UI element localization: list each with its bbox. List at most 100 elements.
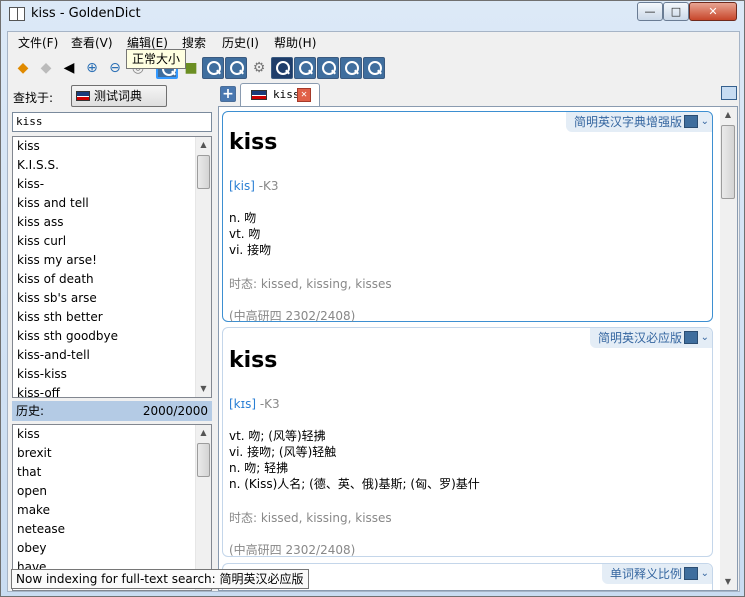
speaker-icon[interactable]: ◀ <box>58 57 80 79</box>
history-list-item[interactable]: kiss <box>13 425 211 444</box>
maximize-button[interactable]: □ <box>663 2 689 21</box>
article-view[interactable]: 简明英汉字典增强版 ⌄ kiss [kis] -K3 n. 吻 vt. 吻 vi.… <box>218 106 738 591</box>
history-list-item[interactable]: that <box>13 463 211 482</box>
history-list-item[interactable]: obey <box>13 539 211 558</box>
dict-name: 简明英汉字典增强版 <box>573 115 682 129</box>
menu-history[interactable]: 历史(I) <box>220 34 261 51</box>
word-list-item[interactable]: kiss of death <box>13 270 211 289</box>
dictionary-icon[interactable] <box>271 57 293 79</box>
left-pane: 查找于: 测试词典 kiss kiss K.I.S.S. kiss-kiss and… <box>11 84 214 591</box>
frequency: (中高研四 2302/2408) <box>229 543 356 557</box>
word-list[interactable]: kiss K.I.S.S. kiss-kiss and tell kiss ass ki… <box>12 136 212 398</box>
toolbar: ◆ ◆ ◀ ⊕ ⊖ ◎ ■ ⚙ <box>8 54 739 82</box>
history-list[interactable]: kiss brexit that open make netease obey have ▲ … <box>12 424 212 591</box>
scroll-up-icon[interactable]: ▲ <box>196 137 211 153</box>
flag-icon <box>76 91 90 101</box>
word-list-item[interactable]: kiss my arse! <box>13 251 211 270</box>
word-list-item[interactable]: kiss-and-tell <box>13 346 211 365</box>
word-list-scrollbar[interactable]: ▲ ▼ <box>195 137 211 397</box>
scroll-thumb[interactable] <box>197 443 210 477</box>
headword: kiss <box>229 348 278 373</box>
scroll-up-icon[interactable]: ▲ <box>720 107 736 123</box>
dictionary-icon <box>684 331 698 344</box>
dict-name-label[interactable]: 单词释义比例 ⌄ <box>601 564 712 584</box>
menu-view[interactable]: 查看(V) <box>69 34 115 51</box>
minimize-button[interactable]: — <box>637 2 663 21</box>
dictionary-icon <box>684 115 698 128</box>
headword: kiss <box>229 130 278 155</box>
back-arrow-icon[interactable]: ◆ <box>12 57 34 79</box>
menu-file[interactable]: 文件(F) <box>16 34 60 51</box>
zoom-out-icon[interactable]: ⊖ <box>104 57 126 79</box>
scroll-down-icon[interactable]: ▼ <box>720 574 736 590</box>
word-list-item[interactable]: kiss and tell <box>13 194 211 213</box>
history-count: 2000/2000 <box>142 404 208 418</box>
scroll-down-icon[interactable]: ▼ <box>196 381 211 397</box>
history-list-item[interactable]: brexit <box>13 444 211 463</box>
gear-icon[interactable]: ⚙ <box>248 57 270 79</box>
tab-kiss[interactable]: kiss ✕ <box>240 83 320 107</box>
close-button[interactable]: ✕ <box>689 2 737 21</box>
history-list-item[interactable]: netease <box>13 520 211 539</box>
sense: n. 吻; 轻拂 <box>229 461 289 475</box>
word-list-item[interactable]: kiss sth better <box>13 308 211 327</box>
menu-bar: 文件(F) 查看(V) 编辑(E) 搜索 历史(I) 帮助(H) <box>8 32 739 52</box>
dict-name: 单词释义比例 <box>609 567 682 581</box>
level: -K3 <box>254 179 279 193</box>
senses: vt. 吻; (风等)轻拂 vi. 接吻; (风等)轻触 n. 吻; 轻拂 n.… <box>229 428 480 492</box>
chevron-down-icon[interactable]: ⌄ <box>701 112 709 132</box>
group-combobox[interactable]: 测试词典 <box>71 85 167 107</box>
dict-name: 简明英汉必应版 <box>597 331 682 345</box>
window-title: kiss - GoldenDict <box>31 6 141 21</box>
phonetic: [kis] <box>229 179 255 193</box>
chevron-down-icon[interactable]: ⌄ <box>701 328 709 348</box>
zoom-in-icon[interactable]: ⊕ <box>81 57 103 79</box>
dict-name-label[interactable]: 简明英汉必应版 ⌄ <box>589 328 712 348</box>
history-list-item[interactable]: open <box>13 482 211 501</box>
dictionary-icon[interactable] <box>225 57 247 79</box>
tab-label: kiss <box>273 88 300 101</box>
group-combobox-value: 测试词典 <box>94 89 143 103</box>
word-list-item[interactable]: kiss- <box>13 175 211 194</box>
scroll-thumb[interactable] <box>197 155 210 189</box>
history-header: 历史: 2000/2000 <box>12 401 212 421</box>
app-book-icon <box>9 7 25 21</box>
word-list-item[interactable]: kiss ass <box>13 213 211 232</box>
menu-help[interactable]: 帮助(H) <box>272 34 318 51</box>
scroll-thumb[interactable] <box>721 125 735 199</box>
word-list-item[interactable]: kiss <box>13 137 211 156</box>
word-list-item[interactable]: kiss-kiss <box>13 365 211 384</box>
dictionary-icon[interactable] <box>363 57 385 79</box>
forward-arrow-icon[interactable]: ◆ <box>35 57 57 79</box>
new-tab-button[interactable]: + <box>220 86 236 102</box>
sense: vi. 接吻; (风等)轻触 <box>229 445 337 459</box>
tense-forms: 时态: kissed, kissing, kisses <box>229 277 392 291</box>
dictionary-icon[interactable] <box>340 57 362 79</box>
scroll-up-icon[interactable]: ▲ <box>196 425 211 441</box>
word-list-item[interactable]: kiss sb's arse <box>13 289 211 308</box>
find-in-label: 查找于: <box>13 91 54 105</box>
history-list-scrollbar[interactable]: ▲ ▼ <box>195 425 211 590</box>
article-scrollbar[interactable]: ▲ ▼ <box>720 107 737 590</box>
level: -K3 <box>256 397 280 411</box>
word-list-item[interactable]: K.I.S.S. <box>13 156 211 175</box>
word-list-item[interactable]: kiss curl <box>13 232 211 251</box>
sense: vi. 接吻 <box>229 243 272 257</box>
dictionary-icon[interactable] <box>317 57 339 79</box>
dictionary-icon[interactable] <box>294 57 316 79</box>
zoom-tooltip: 正常大小 <box>126 49 187 69</box>
word-list-item[interactable]: kiss sth goodbye <box>13 327 211 346</box>
history-list-item[interactable]: make <box>13 501 211 520</box>
chevron-down-icon[interactable]: ⌄ <box>701 564 709 584</box>
dict-name-label[interactable]: 简明英汉字典增强版 ⌄ <box>565 112 712 132</box>
word-list-item[interactable]: kiss-off <box>13 384 211 397</box>
flag-icon <box>251 90 267 100</box>
search-input[interactable]: kiss <box>12 112 212 132</box>
close-tab-icon[interactable]: ✕ <box>297 88 311 102</box>
client-area: 文件(F) 查看(V) 编辑(E) 搜索 历史(I) 帮助(H) ◆ ◆ ◀ ⊕… <box>7 31 740 592</box>
sense: n. (Kiss)人名; (德、英、俄)基斯; (匈、罗)基什 <box>229 477 480 491</box>
title-bar[interactable]: kiss - GoldenDict — □ ✕ <box>1 1 744 29</box>
dictionary-icon[interactable] <box>202 57 224 79</box>
popup-window-icon[interactable] <box>721 86 737 100</box>
phonetic-line: [kɪs] -K3 <box>229 397 280 411</box>
